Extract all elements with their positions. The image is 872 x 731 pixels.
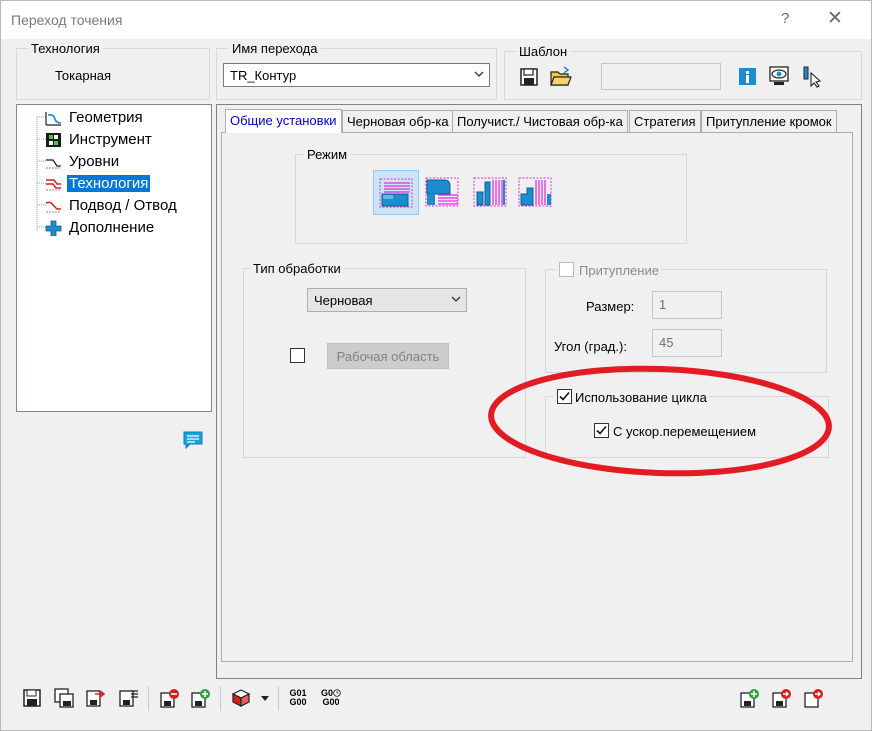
tree-item-label: Технология	[67, 175, 151, 192]
operation-name-select[interactable]: TR_Контур	[223, 63, 490, 87]
chamfer-checkbox[interactable]	[559, 262, 574, 277]
chamfer-header: Притупление	[556, 261, 661, 279]
tool-icon	[46, 133, 61, 147]
additional-icon	[45, 220, 62, 236]
tree-item-label: Инструмент	[69, 131, 152, 148]
technology-group-label: Технология	[28, 41, 103, 56]
chamfer-angle-label: Угол (град.):	[554, 339, 627, 354]
chevron-down-icon	[451, 296, 461, 302]
clock-icon	[333, 689, 341, 697]
preview-eye-icon[interactable]	[768, 65, 792, 87]
chamfer-size-input[interactable]: 1	[652, 291, 722, 319]
operation-name-value: TR_Контур	[230, 68, 297, 83]
close-document-icon[interactable]	[804, 688, 824, 708]
add-to-list-icon[interactable]	[740, 688, 760, 708]
mode-longitudinal-button[interactable]	[420, 170, 466, 215]
add-operation-icon[interactable]	[191, 688, 211, 708]
pointer-settings-icon[interactable]	[801, 65, 823, 88]
annotation-ellipse	[488, 365, 832, 477]
operation-group-label: Имя перехода	[229, 41, 321, 56]
delete-operation-icon[interactable]	[160, 688, 180, 708]
face-turning-icon	[379, 178, 413, 208]
mode-face-button[interactable]	[373, 170, 419, 215]
stock-model-icon[interactable]	[231, 688, 251, 708]
export-to-list-icon[interactable]	[772, 688, 792, 708]
mode-group-label: Режим	[304, 147, 351, 162]
chamfer-group	[545, 269, 827, 373]
machining-type-value: Черновая	[314, 293, 373, 308]
tree-item-label: Геометрия	[69, 109, 143, 126]
geometry-icon	[45, 112, 62, 126]
chamfer-angle-input[interactable]: 45	[652, 329, 722, 357]
navigation-tree: Геометрия Инструмент Уровни Технология П…	[16, 104, 212, 412]
tab-general-settings[interactable]: Общие установки	[225, 109, 342, 133]
tab-roughing[interactable]: Черновая обр-ка	[342, 110, 454, 132]
chamfer-label: Притупление	[579, 263, 659, 278]
g0-clock-g00-button[interactable]: G0 G00	[319, 689, 343, 707]
save-as-icon[interactable]	[54, 688, 74, 708]
technology-icon	[46, 179, 61, 191]
title-bar: Переход точения ? ✕	[1, 1, 871, 39]
tree-item-label: Уровни	[69, 153, 120, 170]
chevron-down-icon[interactable]	[260, 695, 270, 703]
dialog-window: Переход точения ? ✕ Технология Токарная …	[0, 0, 872, 731]
mode-profile-button[interactable]	[513, 170, 559, 215]
tab-semi-finishing[interactable]: Получист./ Чистовая обр-ка	[452, 110, 628, 132]
chevron-down-icon	[474, 71, 484, 77]
g01-g00-button[interactable]: G01 G00	[287, 689, 309, 707]
close-button[interactable]: ✕	[827, 7, 843, 30]
save-export-icon[interactable]	[86, 688, 106, 708]
info-icon[interactable]	[738, 67, 757, 86]
levels-icon	[46, 159, 61, 169]
save-template-icon[interactable]	[519, 67, 539, 87]
save-icon[interactable]	[22, 688, 42, 708]
tree-item-label: Подвод / Отвод	[69, 197, 177, 214]
machining-type-label: Тип обработки	[250, 261, 344, 276]
tree-item-label: Дополнение	[69, 219, 155, 236]
work-area-checkbox[interactable]	[290, 348, 305, 363]
profile-turning-icon	[518, 177, 552, 207]
save-list-icon[interactable]	[119, 688, 139, 708]
machining-type-select[interactable]: Черновая	[307, 288, 467, 312]
comment-icon[interactable]	[183, 431, 203, 450]
longitudinal-turning-icon	[425, 177, 459, 207]
toolbar-separator	[278, 686, 279, 711]
window-title: Переход точения	[11, 12, 123, 28]
template-group-label: Шаблон	[516, 44, 571, 59]
technology-value: Токарная	[55, 68, 112, 83]
work-area-button[interactable]: Рабочая область	[327, 343, 449, 369]
open-folder-icon[interactable]	[550, 66, 572, 87]
tab-edge-chamfer[interactable]: Притупление кромок	[701, 110, 837, 132]
approach-retract-icon	[45, 201, 61, 213]
toolbar-separator	[220, 686, 221, 711]
groove-turning-icon	[473, 177, 507, 207]
tab-strategy[interactable]: Стратегия	[629, 110, 701, 132]
mode-groove-button[interactable]	[468, 170, 514, 215]
help-button[interactable]: ?	[781, 10, 789, 27]
toolbar-separator	[148, 686, 149, 711]
chamfer-size-label: Размер:	[586, 299, 635, 314]
template-field	[601, 63, 721, 90]
